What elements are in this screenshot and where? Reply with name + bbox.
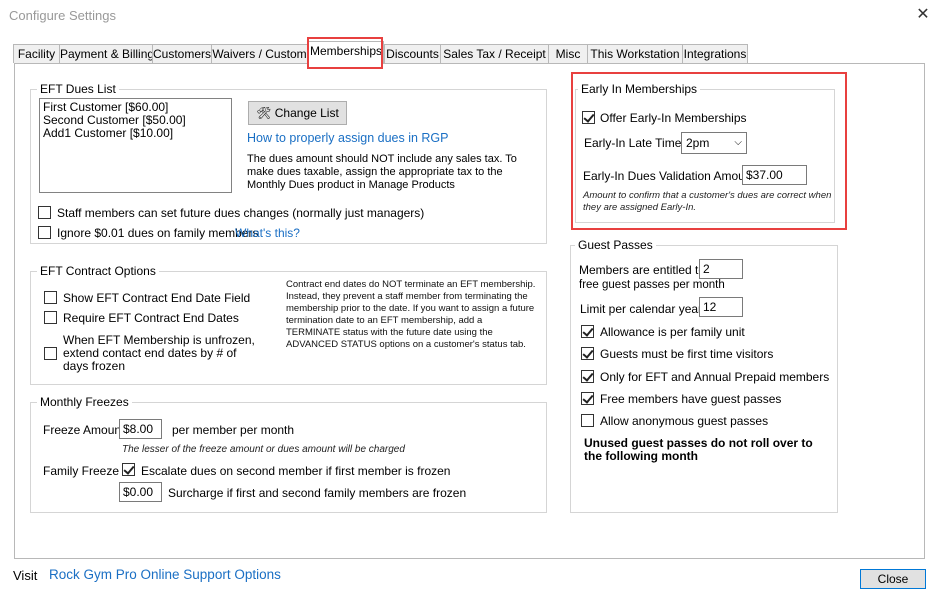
- tab-waivers-custom[interactable]: Waivers / Custom: [211, 44, 308, 63]
- escalate-dues-checkbox[interactable]: [122, 463, 135, 476]
- family-freeze-label: Family Freeze: [43, 464, 120, 478]
- freeze-amount-label: Freeze Amount: [43, 423, 125, 437]
- first-time-visitors-label: Guests must be first time visitors: [600, 347, 774, 361]
- freeze-amount-input[interactable]: $8.00: [119, 419, 162, 439]
- ignore-family-dues-label: Ignore $0.01 dues on family members: [57, 226, 259, 240]
- chevron-down-icon: ⌵: [734, 137, 742, 148]
- eft-dues-list[interactable]: First Customer [$60.00] Second Customer …: [39, 98, 232, 193]
- late-time-value: 2pm: [686, 136, 710, 150]
- title-bar: Configure Settings ✕: [0, 0, 940, 32]
- assign-dues-help-link[interactable]: How to properly assign dues in RGP: [247, 131, 448, 145]
- eft-contract-title: EFT Contract Options: [37, 264, 159, 278]
- show-end-date-label: Show EFT Contract End Date Field: [63, 291, 251, 305]
- limit-per-year-input[interactable]: 12: [699, 297, 743, 317]
- offer-early-in-label: Offer Early-In Memberships: [600, 111, 747, 125]
- late-time-select[interactable]: 2pm ⌵: [681, 132, 747, 154]
- list-item[interactable]: Add1 Customer [$10.00]: [43, 127, 228, 140]
- close-button[interactable]: Close: [860, 569, 926, 589]
- tab-facility[interactable]: Facility: [13, 44, 60, 63]
- contract-end-note: Contract end dates do NOT terminate an E…: [286, 279, 536, 350]
- guest-passes-title: Guest Passes: [575, 238, 656, 252]
- tax-note: The dues amount should NOT include any s…: [247, 153, 517, 191]
- require-end-date-label: Require EFT Contract End Dates: [63, 311, 239, 325]
- extend-unfrozen-checkbox[interactable]: [44, 347, 57, 360]
- support-options-link[interactable]: Rock Gym Pro Online Support Options: [49, 567, 281, 582]
- tab-misc[interactable]: Misc: [548, 44, 588, 63]
- tab-discounts[interactable]: Discounts: [384, 44, 441, 63]
- window-title: Configure Settings: [9, 8, 116, 23]
- change-list-label: Change List: [274, 106, 339, 120]
- tab-sales-tax-receipt[interactable]: Sales Tax / Receipt: [440, 44, 549, 63]
- eft-dues-title: EFT Dues List: [37, 82, 119, 96]
- whats-this-link[interactable]: What's this?: [235, 226, 300, 240]
- entitled-input[interactable]: 2: [699, 259, 743, 279]
- validation-amount-label: Early-In Dues Validation Amount: [583, 169, 755, 183]
- tab-this-workstation[interactable]: This Workstation: [587, 44, 683, 63]
- free-members-checkbox[interactable]: [581, 392, 594, 405]
- entitled-label: Members are entitled to: [579, 263, 706, 277]
- monthly-freezes-title: Monthly Freezes: [37, 395, 132, 409]
- first-time-visitors-checkbox[interactable]: [581, 347, 594, 360]
- tab-integrations[interactable]: Integrations: [682, 44, 748, 63]
- show-end-date-checkbox[interactable]: [44, 291, 57, 304]
- allowance-family-checkbox[interactable]: [581, 325, 594, 338]
- lesser-amount-note: The lesser of the freeze amount or dues …: [122, 444, 405, 455]
- eft-annual-only-checkbox[interactable]: [581, 370, 594, 383]
- change-list-button[interactable]: 🛠 Change List: [248, 101, 347, 125]
- validation-amount-input[interactable]: $37.00: [742, 165, 807, 185]
- entitled-label-2: free guest passes per month: [579, 279, 725, 291]
- require-end-date-checkbox[interactable]: [44, 311, 57, 324]
- anonymous-passes-label: Allow anonymous guest passes: [600, 414, 769, 428]
- staff-future-dues-label: Staff members can set future dues change…: [57, 206, 425, 220]
- validation-note: Amount to confirm that a customer's dues…: [583, 190, 832, 213]
- per-member-label: per member per month: [172, 423, 295, 437]
- visit-label: Visit: [13, 568, 38, 583]
- anonymous-passes-checkbox[interactable]: [581, 414, 594, 427]
- rollover-note: Unused guest passes do not roll over to …: [584, 436, 813, 463]
- surcharge-label: Surcharge if first and second family mem…: [168, 486, 467, 500]
- tab-memberships[interactable]: Memberships: [308, 41, 384, 64]
- limit-per-year-label: Limit per calendar year: [580, 302, 703, 316]
- ignore-family-dues-checkbox[interactable]: [38, 226, 51, 239]
- free-members-label: Free members have guest passes: [600, 392, 782, 406]
- late-time-label: Early-In Late Time: [584, 136, 682, 150]
- allowance-family-label: Allowance is per family unit: [600, 325, 745, 339]
- extend-unfrozen-label: When EFT Membership is unfrozen, extend …: [63, 333, 255, 373]
- tab-customers[interactable]: Customers: [152, 44, 212, 63]
- offer-early-in-checkbox[interactable]: [582, 111, 595, 124]
- surcharge-input[interactable]: $0.00: [119, 482, 162, 502]
- tools-icon: 🛠: [256, 106, 272, 120]
- early-in-title: Early In Memberships: [578, 82, 701, 96]
- eft-annual-only-label: Only for EFT and Annual Prepaid members: [600, 370, 830, 384]
- escalate-dues-label: Escalate dues on second member if first …: [141, 464, 451, 478]
- staff-future-dues-checkbox[interactable]: [38, 206, 51, 219]
- close-icon[interactable]: ✕: [912, 5, 934, 25]
- tab-payment-billing[interactable]: Payment & Billing: [59, 44, 154, 63]
